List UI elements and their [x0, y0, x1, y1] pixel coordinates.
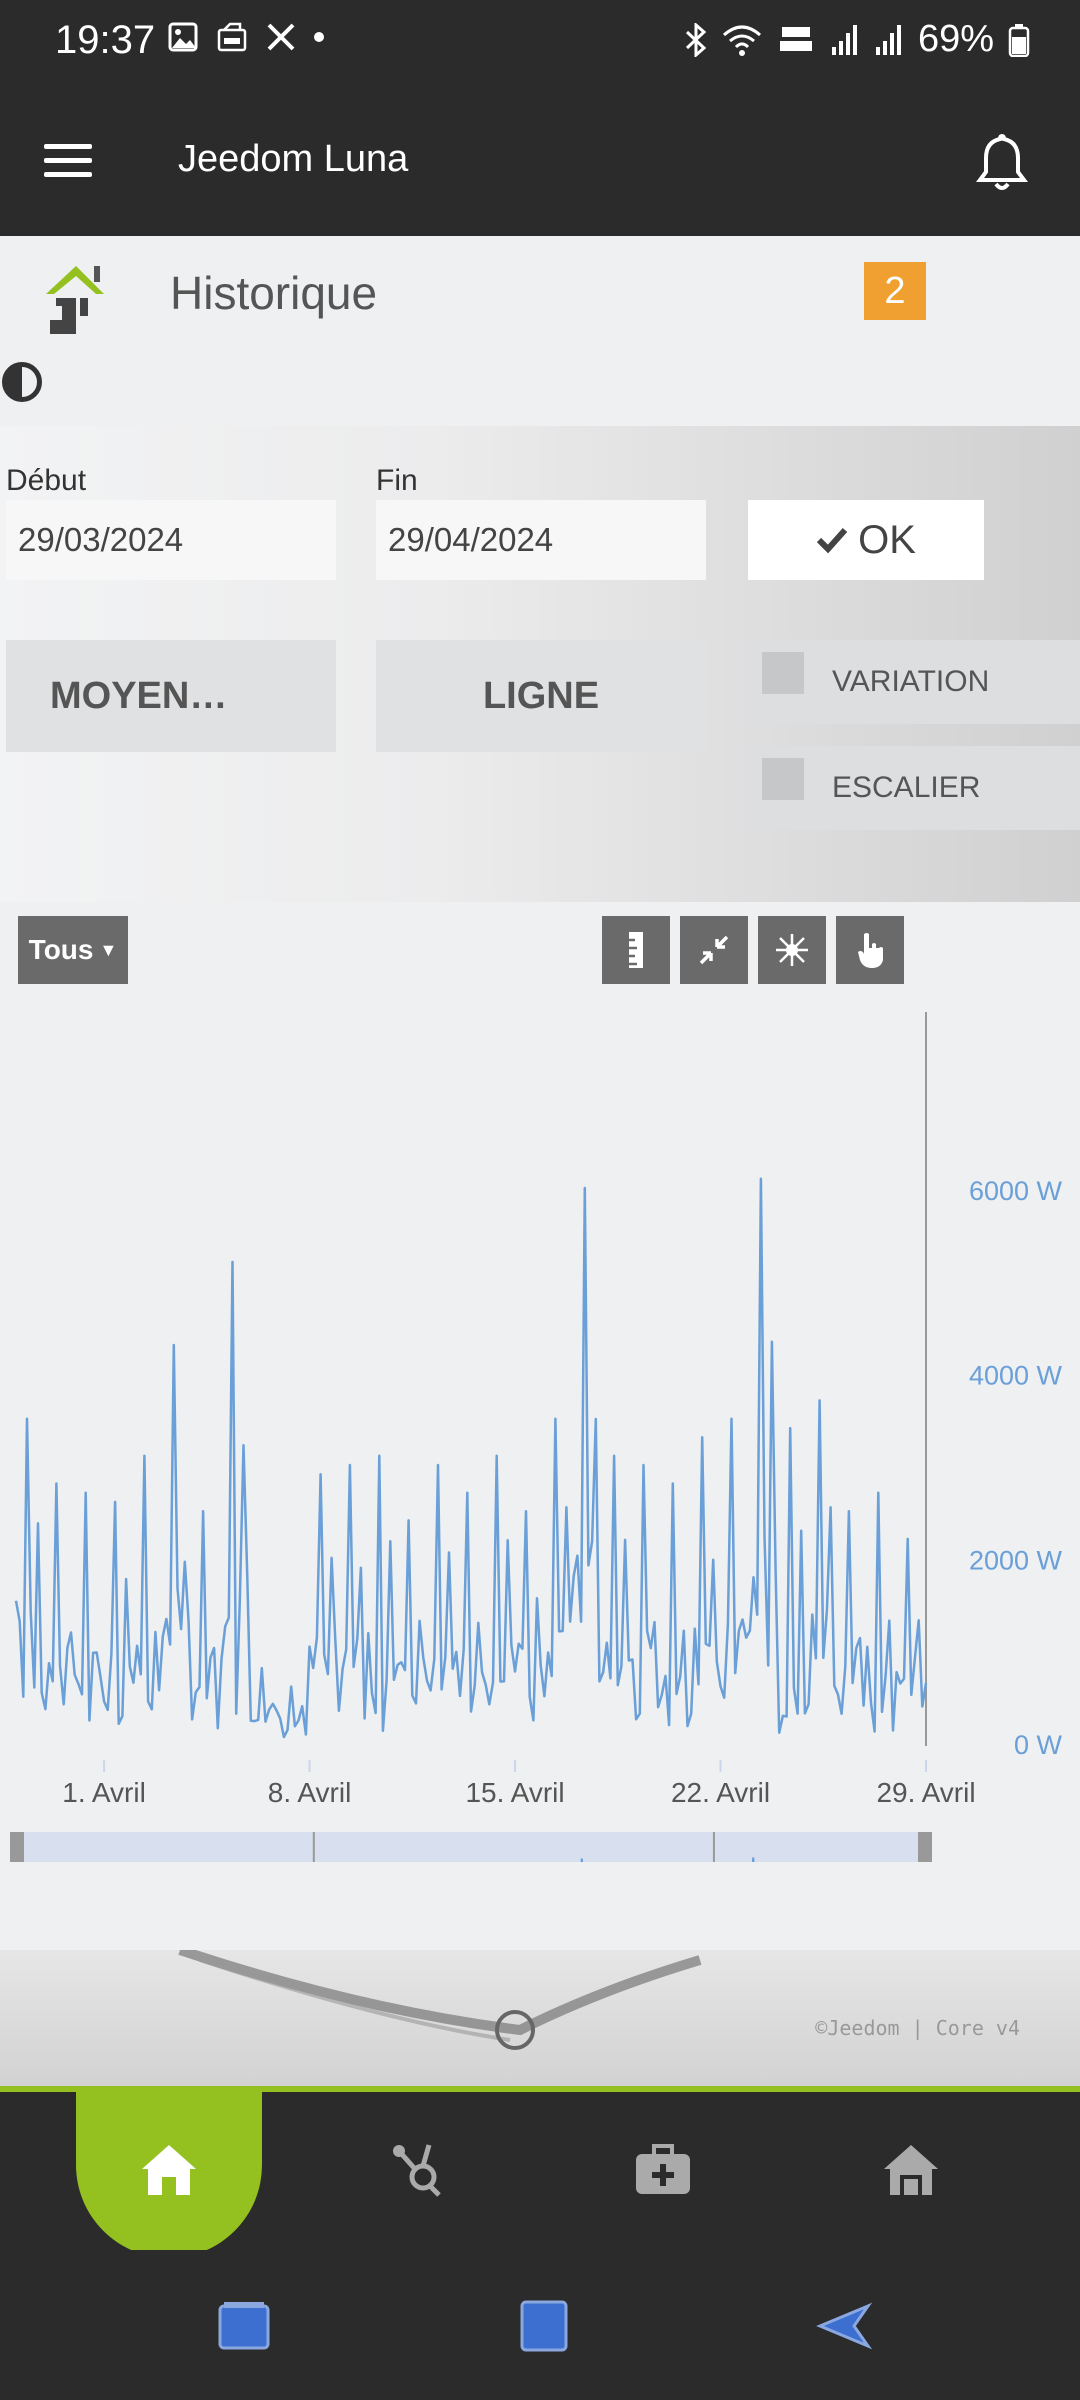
contrast-toggle-icon[interactable]	[2, 362, 42, 402]
back-nav-icon[interactable]	[814, 2298, 874, 2354]
hamburger-menu-icon[interactable]	[44, 144, 92, 178]
status-notification-icons	[168, 22, 324, 52]
signal-icon-1	[831, 24, 857, 55]
status-bar: 19:37 69%	[0, 0, 1080, 86]
escalier-label: ESCALIER	[832, 771, 981, 804]
series-filter-label: Tous	[28, 934, 94, 965]
compress-icon	[699, 935, 729, 965]
variation-label: VARIATION	[832, 665, 990, 698]
more-notifications-dot	[314, 32, 324, 42]
signal-icon-2	[875, 24, 901, 55]
house-icon	[884, 2145, 938, 2195]
page-content: Historique 2 Début Fin OK MOYEN… LIGNE V…	[0, 236, 1080, 2086]
volte-icon	[779, 26, 812, 51]
hand-pointer-icon	[858, 933, 883, 968]
expand-tool-button[interactable]	[758, 916, 826, 984]
ok-button[interactable]: OK	[748, 500, 984, 580]
bell-icon[interactable]	[974, 132, 1030, 192]
series-line	[14, 1177, 928, 1739]
home-nav-icon[interactable]	[514, 2298, 574, 2354]
copyright-text: ©Jeedom | Core v4	[815, 2016, 1020, 2040]
ok-button-label: OK	[858, 517, 916, 562]
history-filter-form: Début Fin OK MOYEN… LIGNE VARIATION ESCA…	[0, 426, 1080, 902]
app-title: Jeedom Luna	[178, 138, 409, 180]
navigator-left-handle	[10, 1832, 24, 1862]
end-date-label: Fin	[376, 464, 418, 497]
wifi-icon	[722, 25, 761, 56]
escalier-checkbox-box[interactable]	[762, 758, 804, 800]
status-system-icons: 69%	[684, 18, 1030, 61]
escalier-checkbox[interactable]: ESCALIER	[748, 746, 1080, 830]
system-nav-bar	[0, 2250, 1080, 2400]
bottom-nav	[0, 2086, 1080, 2258]
page-header: Historique 2	[0, 236, 1080, 426]
home-icon	[142, 2145, 196, 2195]
chart-navigator[interactable]: 8. Avril22. Avril	[10, 1832, 932, 1862]
bluetooth-icon	[685, 22, 707, 57]
app-bar: Jeedom Luna	[0, 86, 1080, 236]
end-date-input[interactable]	[376, 500, 706, 580]
nav-health[interactable]	[608, 2120, 718, 2220]
page-title: Historique	[170, 267, 378, 319]
chart-series	[14, 1177, 928, 1739]
ruler-icon	[629, 932, 643, 968]
navigator-right-handle	[918, 1832, 932, 1862]
chart-area: Tous ▼ 0 W 2000 W 4000 W 6000 W 1. Avril 8. …	[0, 902, 1080, 1950]
nav-home[interactable]	[114, 2120, 224, 2220]
scanner-icon	[217, 22, 247, 52]
nav-scenarios[interactable]	[362, 2120, 472, 2220]
nav-objects[interactable]	[856, 2120, 966, 2220]
x-tick-label: 1. Avril	[62, 1777, 146, 1808]
series-filter-dropdown[interactable]: Tous ▼	[18, 916, 128, 984]
dropdown-caret-icon: ▼	[99, 939, 118, 960]
x-tick-label: 29. Avril	[876, 1777, 975, 1808]
variation-checkbox-box[interactable]	[762, 652, 804, 694]
y-tick-label: 0 W	[1014, 1730, 1063, 1760]
x-tick-label: 15. Avril	[465, 1777, 564, 1808]
pointer-tool-button[interactable]	[836, 916, 904, 984]
y-tick-label: 6000 W	[969, 1176, 1063, 1206]
gallery-icon	[168, 22, 198, 52]
recent-apps-icon[interactable]	[214, 2298, 274, 2354]
history-chart[interactable]: 0 W 2000 W 4000 W 6000 W 1. Avril 8. Avril 15…	[0, 992, 1080, 1862]
x-tick-label: 22. Avril	[671, 1777, 770, 1808]
start-date-label: Début	[6, 464, 87, 497]
hub-icon	[393, 2144, 441, 2197]
jeedom-logo-icon	[46, 266, 104, 334]
navigator-background	[10, 1832, 932, 1862]
asterisk-icon	[776, 934, 808, 966]
x-app-icon	[267, 23, 295, 51]
notification-badge[interactable]: 2	[864, 262, 926, 320]
battery-icon	[1008, 23, 1030, 57]
aggregation-mode-button[interactable]: MOYEN…	[6, 640, 336, 752]
chart-type-button[interactable]: LIGNE	[376, 640, 706, 752]
status-time: 19:37	[55, 18, 156, 62]
check-icon	[816, 527, 848, 554]
aggregation-mode-label: MOYEN…	[50, 674, 228, 717]
first-aid-kit-icon	[636, 2144, 690, 2194]
variation-checkbox[interactable]: VARIATION	[748, 640, 1080, 724]
start-date-input[interactable]	[6, 500, 336, 580]
ruler-tool-button[interactable]	[602, 916, 670, 984]
y-tick-label: 4000 W	[969, 1361, 1063, 1391]
y-tick-label: 2000 W	[969, 1545, 1063, 1575]
chart-type-label: LIGNE	[482, 674, 600, 717]
chart-x-axis: 1. Avril 8. Avril 15. Avril 22. Avril 29. Av…	[62, 1760, 976, 1808]
battery-percent: 69%	[917, 18, 994, 60]
compress-tool-button[interactable]	[680, 916, 748, 984]
chart-y-axis: 0 W 2000 W 4000 W 6000 W	[969, 1176, 1063, 1760]
x-tick-label: 8. Avril	[268, 1777, 352, 1808]
